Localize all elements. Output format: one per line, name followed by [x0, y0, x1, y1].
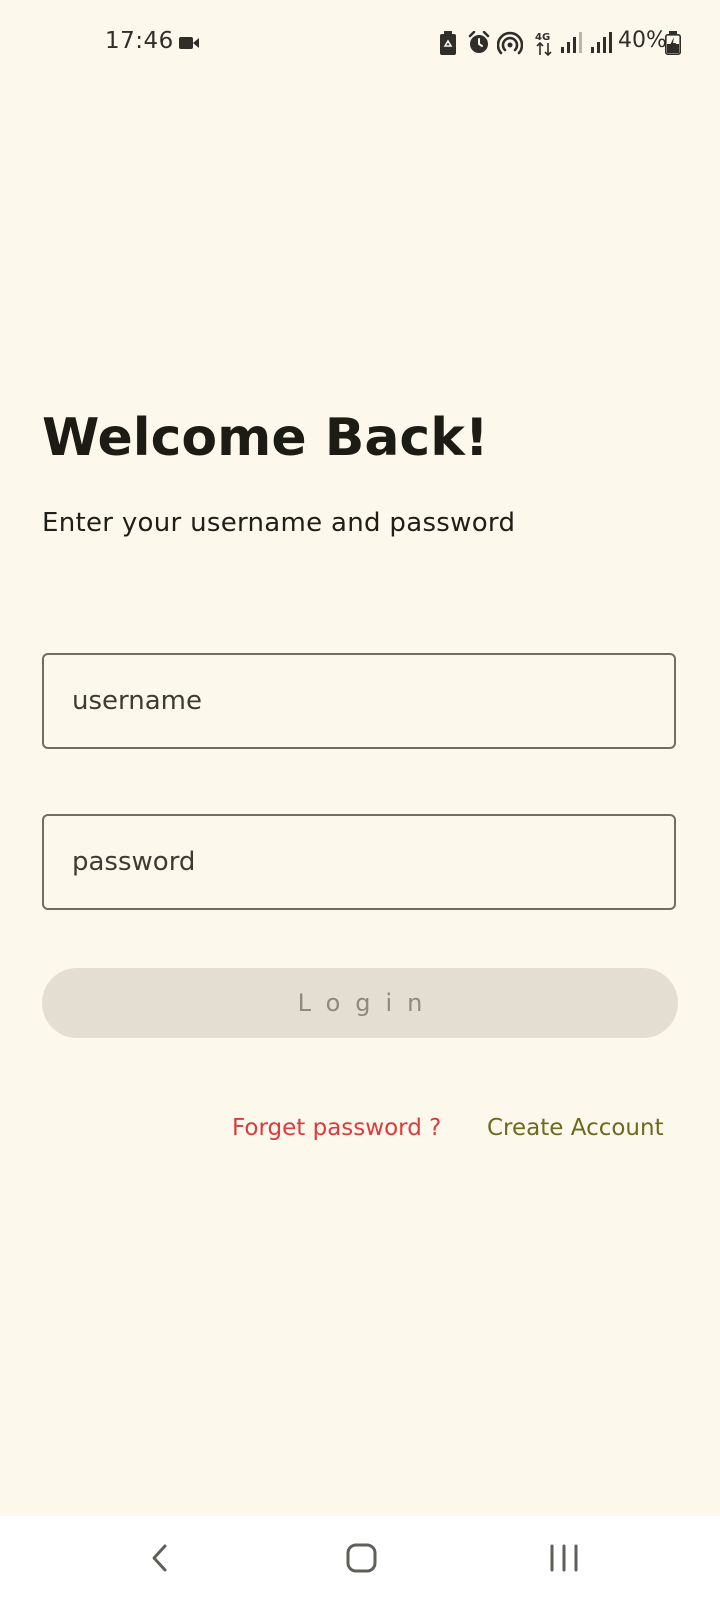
create-account-link[interactable]: Create Account [487, 1115, 664, 1141]
alarm-icon [468, 31, 490, 53]
home-icon [346, 1543, 377, 1573]
status-time: 17:46 [105, 28, 174, 54]
4g-data-icon: 4G [535, 32, 552, 57]
signal-sim1-icon [561, 32, 582, 53]
recents-icon [550, 1544, 578, 1572]
page-subtitle: Enter your username and password [42, 508, 516, 538]
signal-sim2-icon [591, 32, 612, 53]
navigation-bar [0, 1516, 720, 1600]
home-button[interactable] [332, 1534, 392, 1582]
password-input[interactable] [42, 814, 676, 910]
forgot-password-link[interactable]: Forget password ? [232, 1115, 441, 1141]
battery-saver-icon [440, 31, 456, 55]
username-input[interactable] [42, 653, 676, 749]
login-button[interactable]: Login [42, 968, 678, 1038]
svg-text:4G: 4G [535, 32, 550, 43]
status-bar: 17:46 4G 40% [0, 0, 720, 88]
page-title: Welcome Back! [42, 408, 489, 468]
back-icon [152, 1544, 167, 1572]
video-camera-icon [179, 37, 199, 49]
battery-charging-icon [665, 31, 681, 55]
battery-percent: 40% [618, 28, 667, 53]
back-button[interactable] [130, 1534, 190, 1582]
recents-button[interactable] [534, 1534, 594, 1582]
hotspot-icon [497, 31, 523, 55]
